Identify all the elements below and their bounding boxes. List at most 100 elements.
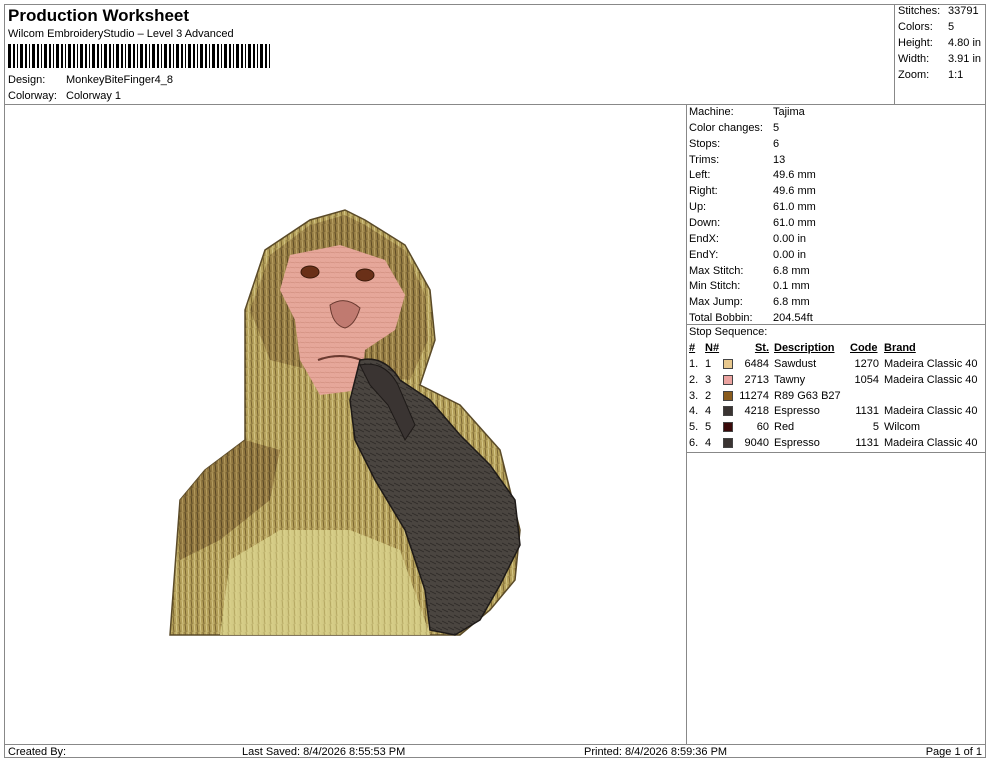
stop-description: Sawdust — [774, 358, 817, 370]
header-description: Description — [774, 342, 835, 354]
color-swatch — [723, 390, 733, 401]
stop-needle: 4 — [705, 437, 712, 449]
color-swatch — [723, 438, 733, 448]
machine-info-label: Down: — [689, 216, 721, 229]
stop-num: 5. — [689, 421, 699, 434]
info-divider — [686, 104, 687, 744]
software-name: Wilcom EmbroideryStudio – Level 3 Advanc… — [8, 28, 234, 40]
stop-sequence-row: 3. 2 11274 R89 G63 B27 — [689, 390, 985, 404]
stop-sequence-bottom-line — [686, 452, 986, 453]
machine-info-value: Tajima — [773, 106, 805, 118]
stop-sequence-row: 1. 1 6484 Sawdust 1270 Madeira Classic 40 — [689, 358, 985, 372]
machine-info-label: Machine: — [689, 106, 734, 118]
stop-sequence-row: 2. 3 2713 Tawny 1054 Madeira Classic 40 — [689, 374, 985, 388]
summary-value: 5 — [948, 21, 955, 33]
header-divider — [4, 104, 986, 105]
stop-brand: Madeira Classic 40 — [884, 373, 978, 386]
stop-sequence-row: 5. 5 60 Red 5 Wilcom — [689, 421, 985, 435]
header-needle: N# — [705, 342, 720, 354]
summary-row: Width: 3.91 in — [898, 53, 981, 65]
machine-info-panel: Machine: Tajima Color changes: 5 Stops: 6 Trim… — [689, 106, 984, 324]
machine-info-label: Trims: — [689, 153, 720, 166]
stop-sequence-rows: 1. 1 6484 Sawdust 1270 Madeira Classic 40 2. 3 2… — [689, 358, 985, 452]
machine-info-value: 13 — [773, 153, 786, 166]
stop-stitches: 6484 — [744, 358, 769, 370]
created-by: Created By: — [8, 746, 67, 758]
stop-stitches: 60 — [756, 421, 769, 434]
machine-info-row: Total Bobbin: 204.54ft — [689, 312, 813, 324]
stop-sequence-row: 6. 4 9040 Espresso 1131 Madeira Classic 40 — [689, 437, 985, 451]
page-number: Page 1 of 1 — [925, 746, 982, 758]
stop-sequence-row: 4. 4 4218 Espresso 1131 Madeira Classic 40 — [689, 405, 985, 419]
colorway-value: Colorway 1 — [66, 90, 122, 102]
worksheet-title: Production Worksheet — [8, 6, 190, 25]
machine-info-row: Up: 61.0 mm — [689, 201, 816, 213]
stop-code: 5 — [872, 421, 879, 434]
summary-box: Stitches: 33791 Colors: 5 Height: 4.80 in Widt… — [898, 5, 986, 101]
machine-info-label: Max Jump: — [689, 296, 743, 309]
colorway-label: Colorway: — [8, 90, 57, 102]
color-swatch — [723, 422, 733, 433]
machine-info-value: 49.6 mm — [773, 169, 816, 182]
header-stitches: St. — [754, 342, 769, 354]
summary-label: Zoom: — [898, 69, 930, 81]
machine-info-label: Min Stitch: — [689, 280, 741, 293]
machine-info-row: Machine: Tajima — [689, 106, 805, 118]
machine-info-row: EndX: 0.00 in — [689, 233, 806, 245]
stop-needle: 2 — [705, 389, 712, 402]
machine-info-value: 6 — [773, 137, 780, 150]
stop-num: 4. — [689, 405, 699, 418]
machine-info-label: Total Bobbin: — [689, 312, 753, 325]
machine-info-row: Color changes: 5 — [689, 122, 779, 134]
machine-info-row: Min Stitch: 0.1 mm — [689, 280, 810, 292]
printed-date: Printed: 8/4/2026 8:59:36 PM — [584, 746, 728, 758]
machine-info-value: 0.1 mm — [773, 280, 810, 293]
stop-stitches: 2713 — [744, 373, 769, 386]
summary-row: Stitches: 33791 — [898, 5, 979, 17]
machine-info-value: 0.00 in — [773, 232, 807, 245]
stop-code: 1270 — [854, 358, 879, 370]
header-brand: Brand — [884, 342, 916, 354]
machine-info-label: Right: — [689, 185, 718, 198]
stop-brand: Madeira Classic 40 — [884, 358, 978, 370]
summary-value: 1:1 — [948, 69, 964, 81]
summary-label: Height: — [898, 37, 933, 49]
machine-info-label: EndX: — [689, 232, 719, 245]
stop-sequence-panel: Stop Sequence: # N# St. Description Code… — [689, 326, 985, 452]
color-swatch — [723, 406, 733, 417]
stop-num: 2. — [689, 373, 699, 386]
stop-brand: Madeira Classic 40 — [884, 437, 978, 449]
machine-info-row: EndY: 0.00 in — [689, 249, 806, 261]
machine-info-value: 61.0 mm — [773, 216, 816, 229]
machine-info-row: Down: 61.0 mm — [689, 217, 816, 229]
machine-info-label: Color changes: — [689, 121, 763, 134]
stop-needle: 4 — [705, 405, 712, 418]
summary-divider — [894, 4, 895, 104]
machine-info-label: Left: — [689, 169, 711, 182]
barcode-image — [8, 44, 270, 68]
header-num: # — [689, 342, 696, 354]
stop-description: Red — [774, 421, 795, 434]
stop-code: 1131 — [855, 437, 879, 449]
stop-sequence-top-line — [686, 324, 986, 325]
design-row: Design: MonkeyBiteFinger4_8 — [8, 74, 173, 86]
summary-value: 4.80 in — [948, 37, 982, 49]
stop-sequence-title: Stop Sequence: — [689, 326, 768, 338]
stop-description: Espresso — [774, 405, 820, 418]
summary-label: Colors: — [898, 21, 933, 33]
stop-description: Tawny — [774, 373, 806, 386]
footer-divider — [4, 744, 986, 745]
summary-label: Width: — [898, 53, 930, 65]
stop-sequence-header: # N# St. Description Code Brand — [689, 342, 985, 356]
stop-brand: Madeira Classic 40 — [884, 405, 978, 418]
stop-brand: Wilcom — [884, 421, 921, 434]
machine-info-row: Stops: 6 — [689, 138, 779, 150]
stop-needle: 3 — [705, 373, 712, 386]
summary-row: Zoom: 1:1 — [898, 69, 963, 81]
machine-info-row: Trims: 13 — [689, 154, 785, 166]
stop-needle: 5 — [705, 421, 712, 434]
color-swatch — [723, 359, 733, 369]
stop-stitches: 11274 — [739, 389, 769, 402]
summary-row: Height: 4.80 in — [898, 37, 981, 49]
stop-description: Espresso — [774, 437, 820, 449]
